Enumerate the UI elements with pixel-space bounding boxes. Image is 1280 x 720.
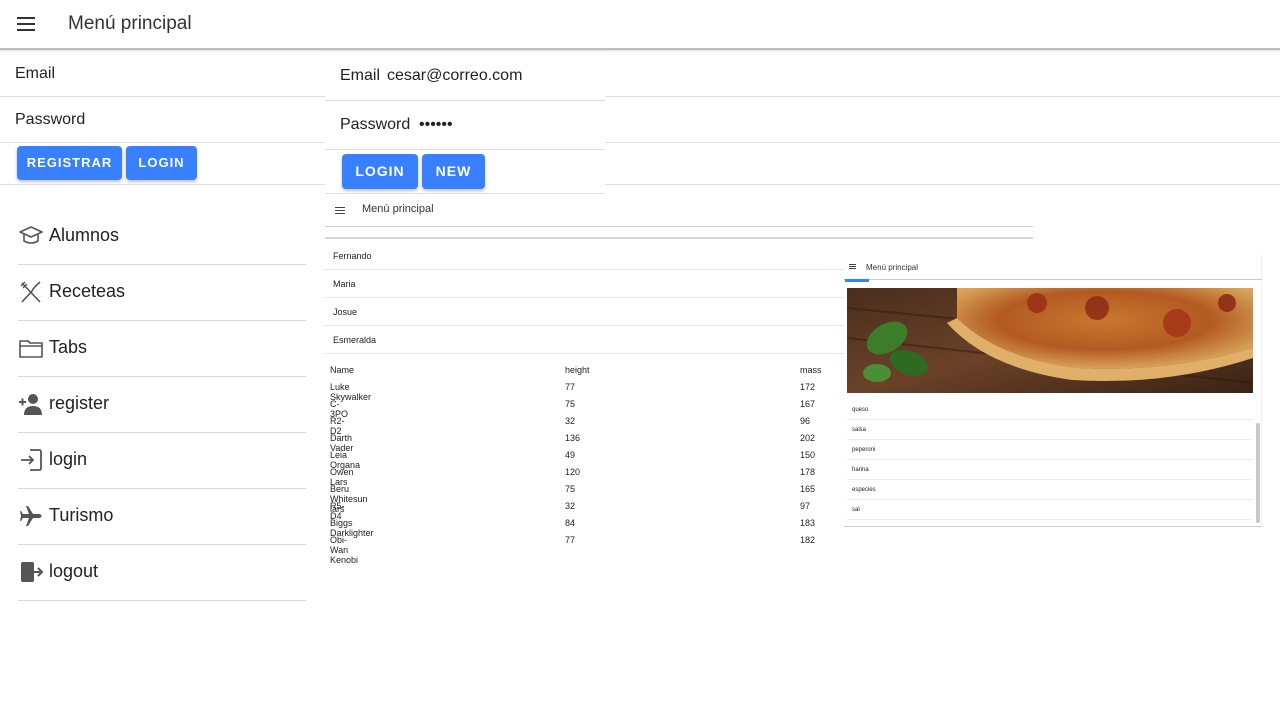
mini-hamburger-icon[interactable]	[335, 207, 345, 214]
graduation-cap-icon	[19, 226, 43, 244]
form-divider	[0, 184, 1280, 185]
cell-height: 77	[565, 535, 576, 545]
utensils-icon	[20, 281, 41, 303]
pizza-recipe-card: Menú principal queso salsa peperoni hari…	[844, 255, 1262, 527]
panel-new-button[interactable]: NEW	[422, 154, 485, 189]
ingredient-item[interactable]: especies	[847, 480, 1253, 500]
login-panel: Email cesar@correo.com Password •••••• L…	[325, 52, 605, 194]
sidebar-item-logout[interactable]: logout	[18, 545, 306, 601]
top-toolbar: Menú principal	[0, 0, 1280, 50]
password-field[interactable]: Password	[0, 97, 1280, 143]
sidebar-item-label: Turismo	[49, 505, 114, 525]
list-item[interactable]: Fernando	[325, 242, 845, 270]
sidebar-item-label: register	[49, 393, 110, 413]
panel-password-value[interactable]: ••••••	[419, 116, 453, 134]
names-list: Fernando Maria Josue Esmeralda	[325, 242, 845, 354]
email-field[interactable]: Email	[0, 51, 1280, 97]
mini-menu-toolbar: Menú principal	[325, 194, 1033, 239]
cell-height: 77	[565, 382, 576, 392]
ingredient-item[interactable]: peperoni	[847, 440, 1253, 460]
ingredient-item[interactable]: salsa	[847, 420, 1253, 440]
sidebar-item-alumnos[interactable]: Alumnos	[18, 209, 306, 265]
cell-mass: 97	[800, 501, 811, 511]
cell-height: 75	[565, 484, 576, 494]
card-divider	[844, 279, 1262, 280]
cell-mass: 183	[800, 518, 816, 528]
panel-login-button[interactable]: LOGIN	[342, 154, 418, 189]
panel-email-label: Email	[340, 67, 381, 84]
sidebar-item-label: login	[49, 449, 88, 469]
sidebar-item-label: Receteas	[49, 281, 126, 301]
panel-email-value[interactable]: cesar@correo.com	[387, 67, 522, 85]
sidebar-item-turismo[interactable]: Turismo	[18, 489, 306, 545]
register-button[interactable]: REGISTRAR	[17, 146, 122, 180]
sidebar-item-register[interactable]: register	[18, 377, 306, 433]
sidebar-item-receteas[interactable]: Receteas	[18, 265, 306, 321]
cell-height: 32	[565, 416, 576, 426]
ingredient-item[interactable]: harina	[847, 460, 1253, 480]
panel-password-label: Password	[340, 116, 411, 133]
sidebar-item-login[interactable]: login	[18, 433, 306, 489]
password-label: Password	[15, 111, 86, 128]
cell-mass: 178	[800, 467, 816, 477]
card-title: Menú principal	[866, 263, 919, 272]
column-header-height: height	[565, 365, 590, 375]
column-header-mass: mass	[800, 365, 822, 375]
sidebar-item-label: logout	[49, 561, 99, 581]
column-header-name: Name	[330, 365, 355, 375]
sidebar-item-label: Tabs	[49, 337, 88, 357]
list-item[interactable]: Maria	[325, 270, 845, 298]
cell-height: 75	[565, 399, 576, 409]
airplane-icon	[20, 506, 42, 526]
sidebar-item-tabs[interactable]: Tabs	[18, 321, 306, 377]
pizza-image	[847, 288, 1253, 393]
ingredient-item[interactable]: sal	[847, 500, 1253, 520]
login-button[interactable]: LOGIN	[126, 146, 197, 180]
cell-height: 136	[565, 433, 581, 443]
cell-height: 32	[565, 501, 576, 511]
card-progress-accent	[845, 279, 869, 282]
cell-height: 120	[565, 467, 581, 477]
mini-divider	[325, 226, 1033, 227]
sidebar-item-label: Alumnos	[49, 225, 120, 245]
login-icon	[21, 449, 42, 471]
hamburger-menu-icon[interactable]	[17, 17, 35, 31]
cell-name: Obi-Wan Kenobi	[330, 535, 359, 565]
list-item[interactable]: Esmeralda	[325, 326, 845, 354]
mini-divider-shadow	[325, 237, 1033, 239]
cell-height: 84	[565, 518, 576, 528]
cell-height: 49	[565, 450, 576, 460]
logout-icon	[21, 562, 44, 582]
person-add-icon	[19, 394, 42, 415]
card-hamburger-icon[interactable]	[849, 264, 856, 270]
mini-menu-title: Menú principal	[362, 203, 434, 215]
cell-mass: 96	[800, 416, 811, 426]
folder-icon	[19, 340, 43, 358]
card-scrollbar[interactable]	[1256, 423, 1260, 523]
cell-mass: 182	[800, 535, 816, 545]
email-label: Email	[15, 65, 56, 82]
cell-mass: 167	[800, 399, 816, 409]
cell-mass: 172	[800, 382, 816, 392]
list-item[interactable]: Josue	[325, 298, 845, 326]
cell-mass: 165	[800, 484, 816, 494]
cell-mass: 202	[800, 433, 816, 443]
ingredient-item[interactable]: queso	[847, 400, 1253, 420]
panel-password-field[interactable]: Password ••••••	[325, 101, 605, 150]
page-title: Menú principal	[68, 13, 192, 34]
panel-email-field[interactable]: Email cesar@correo.com	[325, 52, 605, 101]
cell-mass: 150	[800, 450, 816, 460]
